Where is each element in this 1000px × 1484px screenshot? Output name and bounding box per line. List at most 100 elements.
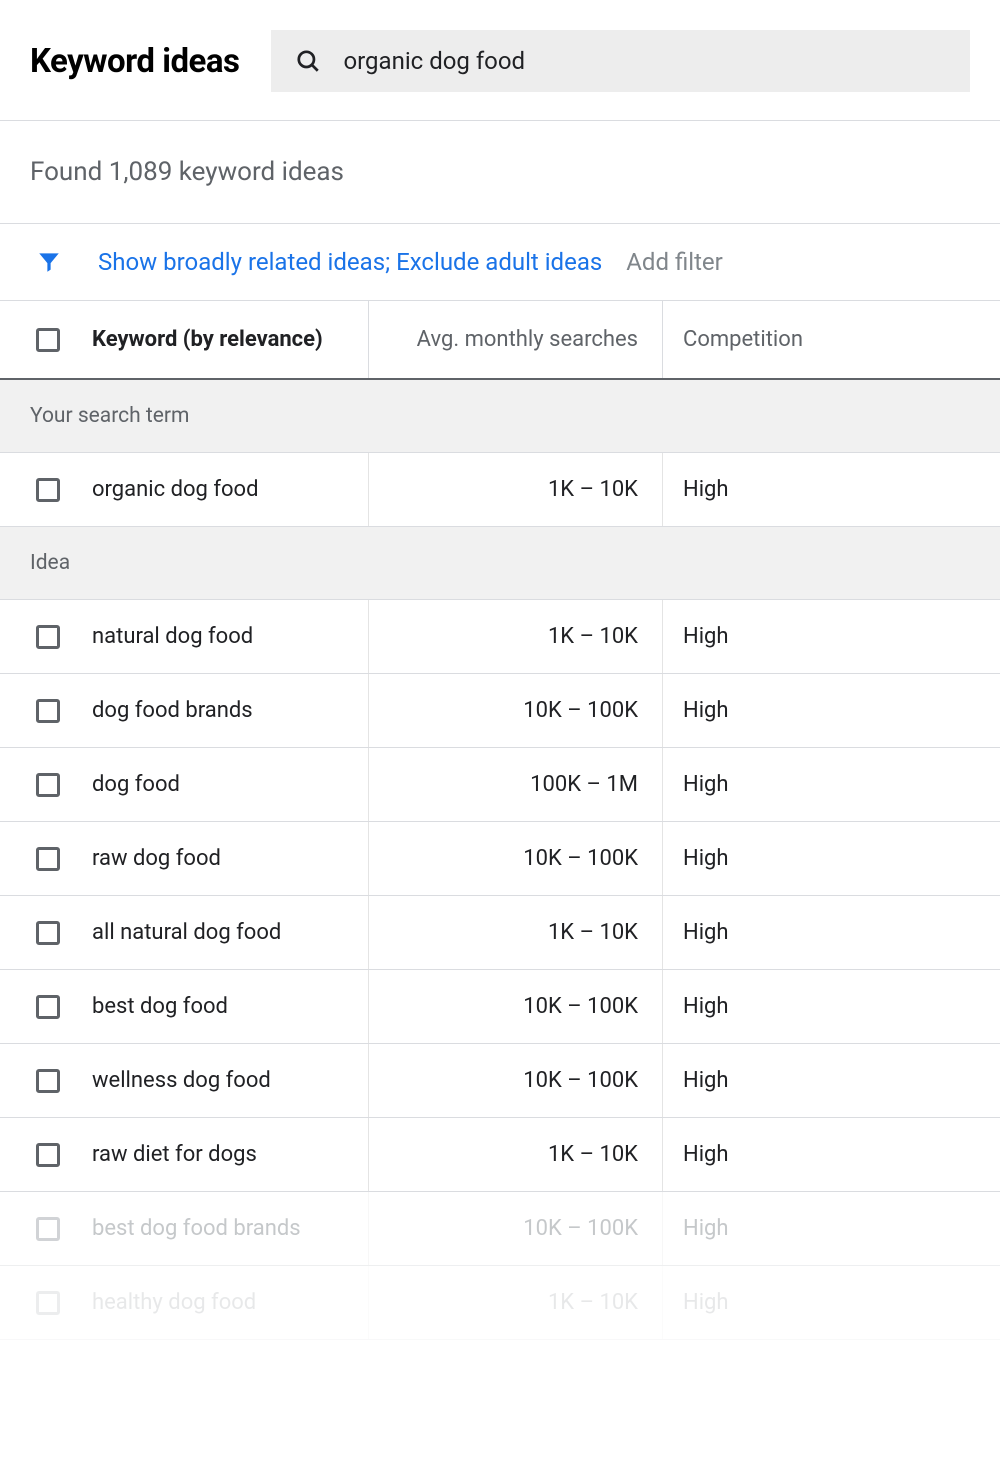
row-checkbox[interactable] [36, 995, 60, 1019]
cell-keyword: healthy dog food [0, 1266, 368, 1339]
row-checkbox[interactable] [36, 478, 60, 502]
cell-keyword: best dog food brands [0, 1192, 368, 1265]
column-searches-label[interactable]: Avg. monthly searches [417, 327, 638, 352]
cell-searches: 1K – 10K [368, 1118, 662, 1191]
cell-competition: High [662, 1118, 1000, 1191]
cell-searches: 1K – 10K [368, 600, 662, 673]
keyword-table: Keyword (by relevance) Avg. monthly sear… [0, 300, 1000, 1340]
cell-competition: High [662, 1044, 1000, 1117]
cell-competition: High [662, 1192, 1000, 1265]
searches-text: 1K – 10K [548, 920, 638, 945]
cell-searches: 1K – 10K [368, 896, 662, 969]
cell-searches: 10K – 100K [368, 1044, 662, 1117]
competition-text: High [683, 477, 729, 502]
filter-icon[interactable] [36, 249, 62, 275]
competition-text: High [683, 1068, 729, 1093]
cell-searches: 10K – 100K [368, 970, 662, 1043]
cell-keyword: best dog food [0, 970, 368, 1043]
cell-competition: High [662, 970, 1000, 1043]
competition-text: High [683, 1290, 729, 1315]
keyword-text: natural dog food [92, 624, 253, 649]
table-row: wellness dog food 10K – 100K High [0, 1044, 1000, 1118]
keyword-text: all natural dog food [92, 920, 281, 945]
cell-competition: High [662, 674, 1000, 747]
keyword-text: dog food [92, 772, 180, 797]
cell-competition: High [662, 453, 1000, 526]
active-filters-link[interactable]: Show broadly related ideas; Exclude adul… [98, 248, 602, 276]
cell-searches: 1K – 10K [368, 1266, 662, 1339]
cell-keyword: raw dog food [0, 822, 368, 895]
cell-keyword: natural dog food [0, 600, 368, 673]
search-box[interactable] [271, 30, 970, 92]
table-row: raw diet for dogs 1K – 10K High [0, 1118, 1000, 1192]
add-filter-button[interactable]: Add filter [626, 248, 723, 276]
row-checkbox[interactable] [36, 1143, 60, 1167]
cell-keyword: organic dog food [0, 453, 368, 526]
searches-text: 10K – 100K [523, 1068, 638, 1093]
row-checkbox[interactable] [36, 921, 60, 945]
competition-text: High [683, 1142, 729, 1167]
cell-competition: High [662, 748, 1000, 821]
section-idea: Idea [0, 527, 1000, 600]
column-competition-label[interactable]: Competition [683, 327, 803, 352]
column-keyword-label[interactable]: Keyword (by relevance) [92, 327, 323, 352]
table-row: healthy dog food 1K – 10K High [0, 1266, 1000, 1340]
table-header-row: Keyword (by relevance) Avg. monthly sear… [0, 301, 1000, 380]
competition-text: High [683, 1216, 729, 1241]
competition-text: High [683, 994, 729, 1019]
cell-competition: High [662, 896, 1000, 969]
row-checkbox[interactable] [36, 847, 60, 871]
filter-bar: Show broadly related ideas; Exclude adul… [0, 223, 1000, 300]
searches-text: 100K – 1M [530, 772, 638, 797]
table-row: all natural dog food 1K – 10K High [0, 896, 1000, 970]
searches-text: 10K – 100K [523, 846, 638, 871]
row-checkbox[interactable] [36, 699, 60, 723]
table-row: natural dog food 1K – 10K High [0, 600, 1000, 674]
cell-keyword: all natural dog food [0, 896, 368, 969]
row-checkbox[interactable] [36, 1217, 60, 1241]
th-searches: Avg. monthly searches [368, 301, 662, 378]
keyword-text: raw diet for dogs [92, 1142, 257, 1167]
row-checkbox[interactable] [36, 773, 60, 797]
searches-text: 10K – 100K [523, 698, 638, 723]
page-title: Keyword ideas [30, 42, 239, 81]
searches-text: 1K – 10K [548, 1142, 638, 1167]
keyword-text: dog food brands [92, 698, 253, 723]
competition-text: High [683, 624, 729, 649]
keyword-text: best dog food [92, 994, 228, 1019]
th-keyword: Keyword (by relevance) [0, 301, 368, 378]
cell-searches: 10K – 100K [368, 674, 662, 747]
table-row: best dog food brands 10K – 100K High [0, 1192, 1000, 1266]
competition-text: High [683, 698, 729, 723]
competition-text: High [683, 772, 729, 797]
select-all-checkbox[interactable] [36, 328, 60, 352]
cell-competition: High [662, 822, 1000, 895]
table-row: best dog food 10K – 100K High [0, 970, 1000, 1044]
header: Keyword ideas [0, 0, 1000, 120]
row-checkbox[interactable] [36, 1069, 60, 1093]
search-input[interactable] [343, 47, 946, 75]
competition-text: High [683, 846, 729, 871]
table-row: raw dog food 10K – 100K High [0, 822, 1000, 896]
search-icon [295, 48, 321, 74]
row-checkbox[interactable] [36, 625, 60, 649]
keyword-text: best dog food brands [92, 1216, 301, 1241]
row-checkbox[interactable] [36, 1291, 60, 1315]
cell-competition: High [662, 600, 1000, 673]
section-search-term: Your search term [0, 380, 1000, 453]
cell-searches: 100K – 1M [368, 748, 662, 821]
keyword-text: organic dog food [92, 477, 259, 502]
results-summary: Found 1,089 keyword ideas [0, 121, 1000, 223]
keyword-text: raw dog food [92, 846, 221, 871]
keyword-text: healthy dog food [92, 1290, 256, 1315]
cell-searches: 1K – 10K [368, 453, 662, 526]
searches-text: 1K – 10K [548, 1290, 638, 1315]
searches-text: 10K – 100K [523, 994, 638, 1019]
cell-competition: High [662, 1266, 1000, 1339]
th-competition: Competition [662, 301, 1000, 378]
table-row: dog food brands 10K – 100K High [0, 674, 1000, 748]
searches-text: 1K – 10K [548, 477, 638, 502]
cell-searches: 10K – 100K [368, 1192, 662, 1265]
searches-text: 1K – 10K [548, 624, 638, 649]
keyword-text: wellness dog food [92, 1068, 271, 1093]
